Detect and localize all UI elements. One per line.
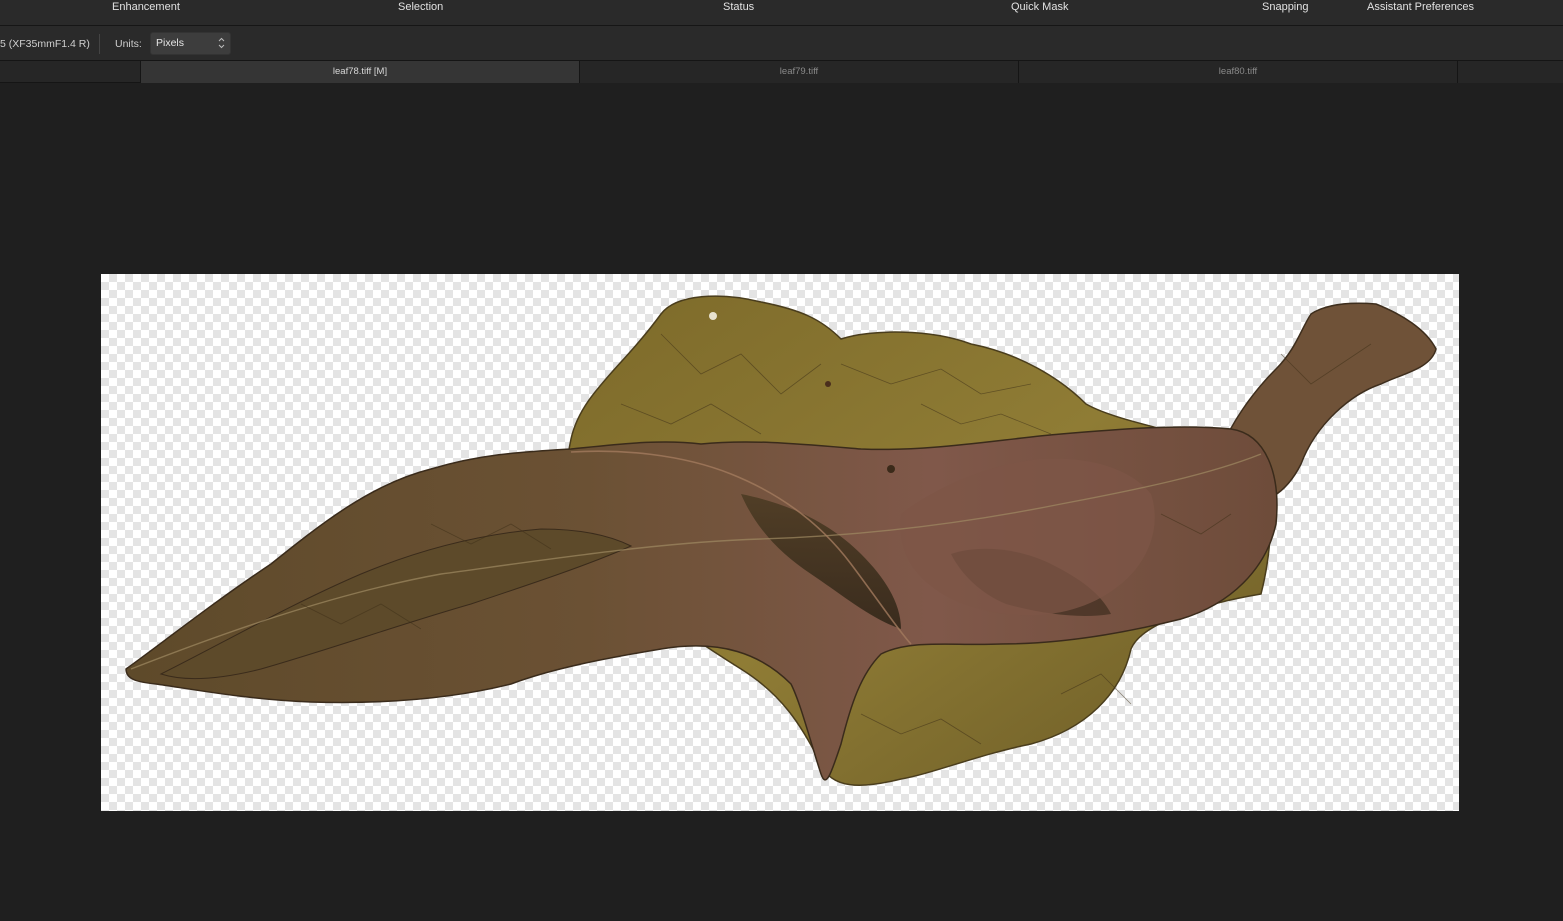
- leaf-spot: [887, 465, 895, 473]
- tab-bar-empty: [1457, 61, 1563, 83]
- tab-leaf80[interactable]: leaf80.tiff: [1018, 61, 1457, 83]
- menu-snapping[interactable]: Snapping: [1262, 0, 1309, 14]
- context-toolbar: 5 (XF35mmF1.4 R) Units: Pixels: [0, 26, 1563, 61]
- toolbar-divider: [99, 34, 100, 54]
- units-label: Units:: [115, 38, 142, 50]
- leaf-spot: [709, 312, 717, 320]
- menu-quick-mask[interactable]: Quick Mask: [1011, 0, 1068, 14]
- menu-assistant-preferences[interactable]: Assistant Preferences: [1367, 0, 1474, 14]
- studio-menu-bar: Enhancement Selection Status Quick Mask …: [0, 0, 1563, 26]
- menu-selection[interactable]: Selection: [398, 0, 443, 14]
- leaf-spot: [825, 381, 831, 387]
- lens-info: 5 (XF35mmF1.4 R): [0, 38, 90, 50]
- units-select[interactable]: Pixels: [150, 32, 231, 55]
- leaf-image: [125, 295, 1437, 786]
- menu-status[interactable]: Status: [723, 0, 754, 14]
- up-down-chevron-icon: [218, 37, 225, 49]
- document-tab-bar: leaf78.tiff [M] leaf79.tiff leaf80.tiff: [0, 61, 1563, 83]
- menu-enhancement[interactable]: Enhancement: [112, 0, 180, 14]
- tab-leaf78[interactable]: leaf78.tiff [M]: [140, 61, 579, 83]
- tab-leaf79[interactable]: leaf79.tiff: [579, 61, 1018, 83]
- document-canvas[interactable]: [101, 274, 1459, 811]
- units-select-value: Pixels: [156, 37, 185, 49]
